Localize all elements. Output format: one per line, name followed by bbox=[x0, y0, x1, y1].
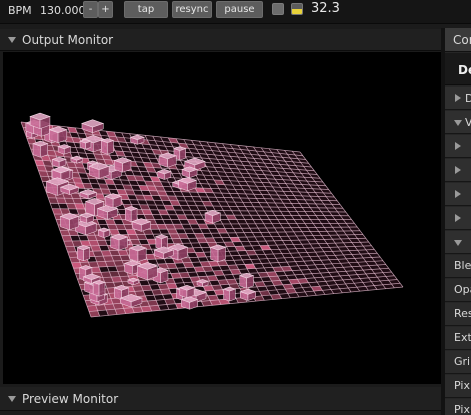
collapse-triangle-icon bbox=[8, 36, 16, 43]
expanded-triangle-icon bbox=[454, 240, 462, 246]
property-row[interactable]: Res bbox=[445, 303, 471, 326]
sidebar-section-4[interactable] bbox=[445, 183, 471, 206]
block-side bbox=[223, 288, 230, 302]
sidebar-section-0[interactable]: D bbox=[445, 87, 471, 110]
output-monitor-header[interactable]: Output Monitor bbox=[0, 29, 441, 51]
tap-button[interactable]: tap bbox=[124, 1, 168, 18]
bpm-value[interactable]: 130.000 bbox=[40, 4, 86, 17]
block-side bbox=[107, 140, 114, 155]
preview-monitor-title: Preview Monitor bbox=[22, 391, 119, 406]
sidebar-header: De bbox=[445, 53, 471, 85]
block-side bbox=[217, 247, 226, 263]
property-row[interactable]: Gri bbox=[445, 351, 471, 374]
property-row[interactable]: Pix bbox=[445, 399, 471, 415]
sidebar-tab[interactable]: Cor bbox=[445, 28, 471, 52]
block-side bbox=[40, 143, 48, 158]
block-side bbox=[101, 140, 108, 155]
block-side bbox=[32, 143, 41, 158]
toolbar-checkbox[interactable] bbox=[272, 3, 284, 15]
collapsed-triangle-icon bbox=[455, 166, 461, 174]
fps-readout: 32.3 bbox=[311, 1, 340, 16]
beat-indicator bbox=[291, 3, 303, 15]
collapsed-triangle-icon bbox=[455, 94, 461, 102]
collapsed-triangle-icon bbox=[455, 190, 461, 198]
rendered-visual bbox=[20, 112, 404, 318]
output-monitor-title: Output Monitor bbox=[22, 32, 114, 47]
block-side bbox=[239, 275, 247, 289]
block-side bbox=[92, 282, 100, 297]
property-row[interactable]: Opa bbox=[445, 279, 471, 302]
preview-monitor-header[interactable]: Preview Monitor bbox=[0, 387, 441, 411]
sidebar-section-2[interactable] bbox=[445, 135, 471, 158]
collapse-triangle-icon bbox=[8, 395, 16, 402]
bpm-decrease-button[interactable]: - bbox=[83, 1, 98, 18]
block-side bbox=[98, 282, 106, 297]
block-side bbox=[130, 208, 138, 223]
property-label: Res bbox=[454, 307, 471, 320]
bpm-increase-button[interactable]: + bbox=[98, 1, 113, 18]
collapsed-triangle-icon bbox=[455, 214, 461, 222]
property-row[interactable]: Ble bbox=[445, 255, 471, 278]
sidebar-section-1[interactable]: V bbox=[445, 111, 471, 134]
sidebar-section-label: V bbox=[465, 116, 471, 129]
property-label: Pix bbox=[454, 403, 470, 415]
block-side bbox=[229, 288, 236, 302]
property-label: Pix bbox=[454, 379, 470, 392]
sidebar-section-3[interactable] bbox=[445, 159, 471, 182]
property-label: Gri bbox=[454, 355, 471, 368]
property-row[interactable]: Ext bbox=[445, 327, 471, 350]
expanded-triangle-icon bbox=[454, 120, 462, 126]
sidebar-section-5[interactable] bbox=[445, 207, 471, 230]
property-label: Ble bbox=[454, 259, 471, 272]
collapsed-triangle-icon bbox=[455, 142, 461, 150]
control-sidebar: Cor De DV Ble Opa Res Ext Gri Pix Pix bbox=[445, 28, 471, 415]
block-side bbox=[125, 208, 132, 223]
bpm-label: BPM bbox=[8, 4, 32, 17]
block-side bbox=[83, 247, 91, 262]
property-label: Ext bbox=[454, 331, 471, 344]
resync-button[interactable]: resync bbox=[172, 1, 212, 18]
block-side bbox=[210, 247, 219, 263]
sidebar-section-label: D bbox=[465, 92, 471, 105]
output-monitor-canvas[interactable] bbox=[3, 52, 441, 384]
top-toolbar: BPM 130.000 - + tap resync pause 32.3 bbox=[0, 0, 471, 24]
sidebar-section-6[interactable] bbox=[445, 231, 471, 254]
pause-button[interactable]: pause bbox=[216, 1, 263, 18]
block-side bbox=[179, 148, 186, 161]
property-row[interactable]: Pix bbox=[445, 375, 471, 398]
block-side bbox=[246, 275, 254, 289]
block-side bbox=[77, 247, 84, 262]
property-label: Opa bbox=[454, 283, 471, 296]
